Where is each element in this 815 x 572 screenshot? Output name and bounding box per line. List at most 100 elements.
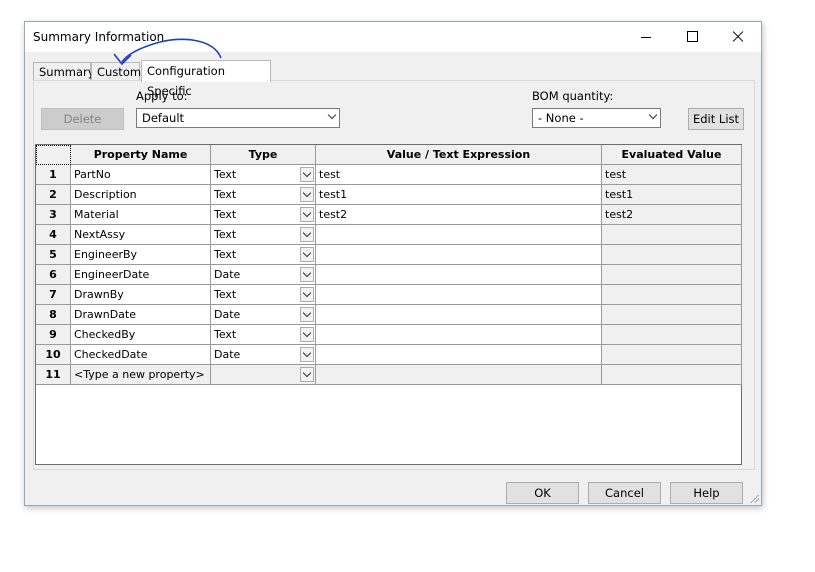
- help-button[interactable]: Help: [670, 482, 743, 504]
- value-cell[interactable]: test1: [316, 185, 602, 205]
- row-number: 4: [36, 225, 71, 245]
- type-cell[interactable]: Date: [211, 265, 316, 285]
- type-dropdown-icon[interactable]: [300, 267, 314, 282]
- type-dropdown-icon[interactable]: [300, 327, 314, 342]
- tab-configuration-specific[interactable]: Configuration Specific: [141, 60, 271, 98]
- value-cell[interactable]: [316, 245, 602, 265]
- type-cell[interactable]: Date: [211, 345, 316, 365]
- type-cell-text: Text: [214, 208, 237, 221]
- property-name-cell-text: Material: [74, 208, 119, 221]
- evaluated-value-cell[interactable]: [602, 365, 742, 385]
- row-number: 1: [36, 165, 71, 185]
- cancel-button[interactable]: Cancel: [588, 482, 661, 504]
- evaluated-value-cell[interactable]: [602, 325, 742, 345]
- evaluated-value-cell[interactable]: test2: [602, 205, 742, 225]
- header-evaluated-value[interactable]: Evaluated Value: [602, 145, 742, 165]
- value-cell[interactable]: test2: [316, 205, 602, 225]
- evaluated-value-cell[interactable]: [602, 245, 742, 265]
- evaluated-value-cell[interactable]: [602, 305, 742, 325]
- delete-button[interactable]: Delete: [41, 108, 124, 130]
- type-cell[interactable]: [211, 365, 316, 385]
- type-cell[interactable]: Text: [211, 285, 316, 305]
- property-name-cell[interactable]: DrawnDate: [71, 305, 211, 325]
- value-cell[interactable]: [316, 365, 602, 385]
- close-icon[interactable]: [715, 22, 761, 52]
- type-cell[interactable]: Text: [211, 185, 316, 205]
- header-property-name[interactable]: Property Name: [71, 145, 211, 165]
- type-dropdown-icon[interactable]: [300, 347, 314, 362]
- type-dropdown-icon[interactable]: [300, 207, 314, 222]
- type-cell[interactable]: Text: [211, 225, 316, 245]
- evaluated-value-cell-text: test2: [605, 208, 634, 221]
- property-name-cell[interactable]: Description: [71, 185, 211, 205]
- property-name-cell-text: CheckedBy: [74, 328, 136, 341]
- type-cell[interactable]: Text: [211, 325, 316, 345]
- header-type[interactable]: Type: [211, 145, 316, 165]
- table-row: 4 NextAssy Text: [36, 225, 742, 245]
- property-name-cell[interactable]: EngineerDate: [71, 265, 211, 285]
- grid-corner[interactable]: [36, 145, 71, 165]
- type-dropdown-icon[interactable]: [300, 287, 314, 302]
- property-name-cell[interactable]: <Type a new property>: [71, 365, 211, 385]
- row-number: 2: [36, 185, 71, 205]
- edit-list-button[interactable]: Edit List: [688, 108, 744, 130]
- title-bar: Summary Information: [25, 22, 761, 52]
- value-cell[interactable]: test: [316, 165, 602, 185]
- evaluated-value-cell[interactable]: [602, 345, 742, 365]
- type-dropdown-icon[interactable]: [300, 307, 314, 322]
- type-dropdown-icon[interactable]: [300, 187, 314, 202]
- property-name-cell[interactable]: CheckedBy: [71, 325, 211, 345]
- row-number-text: 10: [45, 348, 61, 361]
- type-cell[interactable]: Text: [211, 205, 316, 225]
- tab-custom[interactable]: Custom: [91, 62, 141, 80]
- type-cell-text: Text: [214, 328, 237, 341]
- value-cell[interactable]: [316, 225, 602, 245]
- property-name-cell-text: DrawnBy: [74, 288, 124, 301]
- property-name-cell[interactable]: EngineerBy: [71, 245, 211, 265]
- property-name-cell[interactable]: Material: [71, 205, 211, 225]
- type-cell[interactable]: Text: [211, 165, 316, 185]
- evaluated-value-cell-text: test: [605, 168, 627, 181]
- minimize-icon[interactable]: [623, 22, 669, 52]
- property-name-cell[interactable]: DrawnBy: [71, 285, 211, 305]
- property-name-cell[interactable]: CheckedDate: [71, 345, 211, 365]
- property-name-cell-text: PartNo: [74, 168, 111, 181]
- type-cell-text: Text: [214, 248, 237, 261]
- type-dropdown-icon[interactable]: [300, 247, 314, 262]
- evaluated-value-cell[interactable]: test: [602, 165, 742, 185]
- type-dropdown-icon[interactable]: [300, 167, 314, 182]
- row-number-text: 4: [49, 228, 57, 241]
- property-name-cell[interactable]: NextAssy: [71, 225, 211, 245]
- property-name-cell-text: CheckedDate: [74, 348, 148, 361]
- type-cell[interactable]: Date: [211, 305, 316, 325]
- type-dropdown-icon[interactable]: [300, 367, 314, 382]
- apply-to-value: Default: [142, 111, 185, 125]
- ok-button[interactable]: OK: [506, 482, 579, 504]
- evaluated-value-cell[interactable]: test1: [602, 185, 742, 205]
- apply-to-select[interactable]: Default: [136, 108, 340, 128]
- type-cell[interactable]: Text: [211, 245, 316, 265]
- value-cell[interactable]: [316, 265, 602, 285]
- chevron-down-icon: [327, 110, 337, 120]
- property-name-cell[interactable]: PartNo: [71, 165, 211, 185]
- header-value-text-expression[interactable]: Value / Text Expression: [316, 145, 602, 165]
- row-number: 10: [36, 345, 71, 365]
- evaluated-value-cell[interactable]: [602, 225, 742, 245]
- type-dropdown-icon[interactable]: [300, 227, 314, 242]
- value-cell[interactable]: [316, 325, 602, 345]
- bom-quantity-select[interactable]: - None -: [532, 108, 661, 128]
- row-number: 3: [36, 205, 71, 225]
- value-cell-text: test: [319, 168, 341, 181]
- evaluated-value-cell[interactable]: [602, 285, 742, 305]
- table-row: 1 PartNo Text test test: [36, 165, 742, 185]
- value-cell[interactable]: [316, 305, 602, 325]
- value-cell[interactable]: [316, 285, 602, 305]
- row-number: 8: [36, 305, 71, 325]
- value-cell[interactable]: [316, 345, 602, 365]
- maximize-icon[interactable]: [669, 22, 715, 52]
- tab-summary[interactable]: Summary: [33, 62, 95, 80]
- resize-grip-icon[interactable]: [749, 493, 759, 503]
- evaluated-value-cell[interactable]: [602, 265, 742, 285]
- table-row: 5 EngineerBy Text: [36, 245, 742, 265]
- row-number-text: 9: [49, 328, 57, 341]
